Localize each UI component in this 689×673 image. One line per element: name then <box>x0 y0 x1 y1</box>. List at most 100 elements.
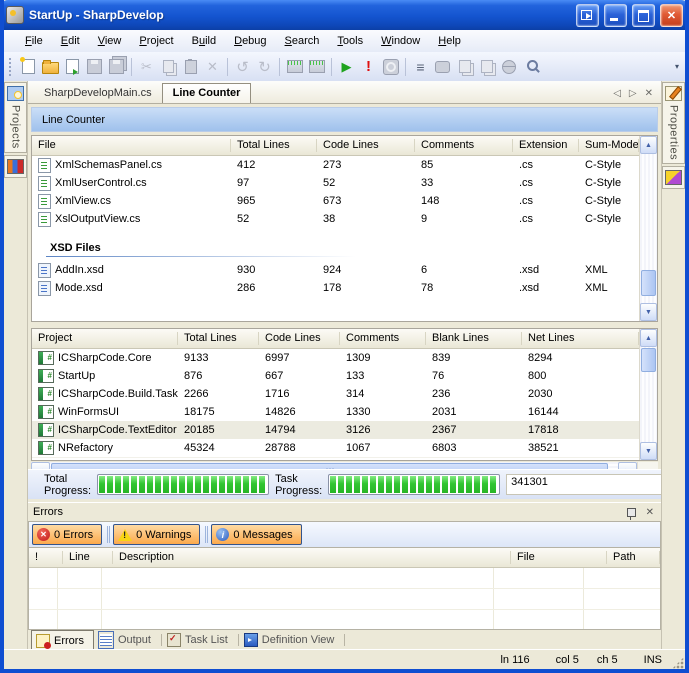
bookmarks-icon[interactable]: ≡ <box>410 57 431 77</box>
open-folder-icon[interactable] <box>40 57 61 77</box>
scroll-down-icon[interactable]: ▼ <box>640 303 657 321</box>
col-header-blank-lines[interactable]: Blank Lines <box>426 329 522 348</box>
table-row[interactable]: WinFormsUI 18175 14826 1330 2031 16144 <box>32 403 639 421</box>
panel-close-icon[interactable]: ✕ <box>644 507 656 518</box>
rebuild-icon[interactable] <box>306 57 327 77</box>
pad-tab-definition-view[interactable]: Definition View <box>240 630 344 650</box>
col-header-file[interactable]: File <box>511 548 607 567</box>
menu-file[interactable]: File <box>16 32 52 50</box>
scroll-right-icon[interactable]: ► <box>618 462 637 469</box>
browser-icon[interactable] <box>498 57 519 77</box>
sidebar-tab-projects[interactable]: Projects <box>4 82 27 153</box>
tab-line-counter[interactable]: Line Counter <box>162 83 252 103</box>
tab-scroll-left-icon[interactable]: ◁ <box>613 88 621 99</box>
prev-bookmark-icon[interactable] <box>454 57 475 77</box>
pad-tab-output[interactable]: Output <box>94 630 160 650</box>
col-header-description[interactable]: Description <box>113 548 511 567</box>
menu-help[interactable]: Help <box>429 32 470 50</box>
pad-tab-errors[interactable]: Errors <box>31 630 94 650</box>
col-header-total-lines[interactable]: Total Lines <box>178 329 259 348</box>
maximize-button[interactable] <box>632 4 655 27</box>
scrollbar-thumb[interactable] <box>641 270 656 296</box>
delete-icon[interactable]: ✕ <box>202 57 223 77</box>
menu-view[interactable]: View <box>89 32 131 50</box>
table-row[interactable]: NRefactory 45324 28788 1067 6803 38521 <box>32 439 639 457</box>
col-header-severity[interactable]: ! <box>29 548 63 567</box>
col-header-sum-mode[interactable]: Sum-Mode <box>579 136 639 155</box>
toolbar-overflow-icon[interactable]: ▾ <box>671 64 683 69</box>
menu-tools[interactable]: Tools <box>328 32 372 50</box>
col-header-comments[interactable]: Comments <box>340 329 426 348</box>
errors-filter-button[interactable]: ✕0 Errors <box>32 524 102 545</box>
tab-sharpdevelopmain[interactable]: SharpDevelopMain.cs <box>34 84 162 103</box>
next-bookmark-icon[interactable] <box>476 57 497 77</box>
files-table-scrollbar[interactable]: ▲ ▼ <box>639 136 657 321</box>
col-header-file[interactable]: File <box>32 136 231 155</box>
col-header-net-lines[interactable]: Net Lines <box>522 329 639 348</box>
table-row[interactable]: XmlSchemasPanel.cs 412 273 85 .cs C-Styl… <box>32 156 639 174</box>
menu-edit[interactable]: Edit <box>52 32 89 50</box>
menu-window[interactable]: Window <box>372 32 429 50</box>
scroll-left-icon[interactable]: ◄ <box>31 462 50 469</box>
table-row[interactable]: Mode.xsd 286 178 78 .xsd XML <box>32 279 639 297</box>
table-row[interactable]: ICSharpCode.Core 9133 6997 1309 839 8294 <box>32 349 639 367</box>
sidebar-tab-properties[interactable]: Properties <box>662 82 685 164</box>
col-header-extension[interactable]: Extension <box>513 136 579 155</box>
col-header-code-lines[interactable]: Code Lines <box>259 329 340 348</box>
col-header-line[interactable]: Line <box>63 548 113 567</box>
fullscreen-button[interactable] <box>576 4 599 27</box>
save-icon[interactable] <box>84 57 105 77</box>
open-file-icon[interactable] <box>62 57 83 77</box>
table-row[interactable]: AddIn.xsd 930 924 6 .xsd XML <box>32 261 639 279</box>
tab-scroll-right-icon[interactable]: ▷ <box>629 88 637 99</box>
errors-panel: Errors ✕ ✕0 Errors 0 Warnings i0 Message… <box>28 502 661 630</box>
cut-icon[interactable]: ✂ <box>136 57 157 77</box>
abort-build-icon[interactable]: ! <box>358 57 379 77</box>
build-icon[interactable] <box>284 57 305 77</box>
projects-table-scrollbar[interactable]: ▲ ▼ <box>639 329 657 460</box>
info-icon: i <box>216 528 229 541</box>
col-header-path[interactable]: Path <box>607 548 660 567</box>
resize-grip[interactable] <box>672 657 684 669</box>
save-all-icon[interactable] <box>106 57 127 77</box>
pad-tab-task-list[interactable]: Task List <box>163 630 237 650</box>
menu-search[interactable]: Search <box>276 32 329 50</box>
new-file-icon[interactable] <box>18 57 39 77</box>
warnings-filter-button[interactable]: 0 Warnings <box>113 524 200 545</box>
pin-icon[interactable] <box>627 508 636 517</box>
menu-project[interactable]: Project <box>130 32 182 50</box>
messages-filter-button[interactable]: i0 Messages <box>211 524 301 545</box>
table-row-selected[interactable]: ICSharpCode.TextEditor 20185 14794 3126 … <box>32 421 639 439</box>
close-button[interactable]: ✕ <box>660 4 683 27</box>
copy-icon[interactable] <box>158 57 179 77</box>
run-icon[interactable]: ▶ <box>336 57 357 77</box>
sidebar-tab-tools[interactable] <box>4 155 27 178</box>
col-header-project[interactable]: Project <box>32 329 178 348</box>
table-row[interactable]: ICSharpCode.Build.Tasks 2266 1716 314 23… <box>32 385 639 403</box>
minimize-button[interactable] <box>604 4 627 27</box>
table-row[interactable]: XslOutputView.cs 52 38 9 .cs C-Style <box>32 210 639 228</box>
table-row[interactable]: XmlView.cs 965 673 148 .cs C-Style <box>32 192 639 210</box>
horizontal-scrollbar[interactable]: ◄ ► <box>31 462 658 469</box>
sidebar-tab-toolbox[interactable] <box>662 166 685 189</box>
col-header-comments[interactable]: Comments <box>415 136 513 155</box>
scrollbar-thumb[interactable] <box>51 463 608 469</box>
find-icon[interactable] <box>520 57 541 77</box>
profiler-icon[interactable] <box>380 57 401 77</box>
scroll-up-icon[interactable]: ▲ <box>640 329 657 347</box>
menu-build[interactable]: Build <box>183 32 225 50</box>
col-header-code-lines[interactable]: Code Lines <box>317 136 415 155</box>
table-row[interactable]: StartUp 876 667 133 76 800 <box>32 367 639 385</box>
table-row[interactable]: XmlUserControl.cs 97 52 33 .cs C-Style <box>32 174 639 192</box>
menu-debug[interactable]: Debug <box>225 32 275 50</box>
col-header-total-lines[interactable]: Total Lines <box>231 136 317 155</box>
paste-icon[interactable] <box>180 57 201 77</box>
scroll-up-icon[interactable]: ▲ <box>640 136 657 154</box>
scrollbar-thumb[interactable] <box>641 348 656 372</box>
redo-icon[interactable]: ↻ <box>254 57 275 77</box>
toggle-comment-icon[interactable] <box>432 57 453 77</box>
tab-close-icon[interactable]: ✕ <box>645 88 653 99</box>
toolbar-grip[interactable] <box>9 58 14 76</box>
scroll-down-icon[interactable]: ▼ <box>640 442 657 460</box>
undo-icon[interactable]: ↺ <box>232 57 253 77</box>
